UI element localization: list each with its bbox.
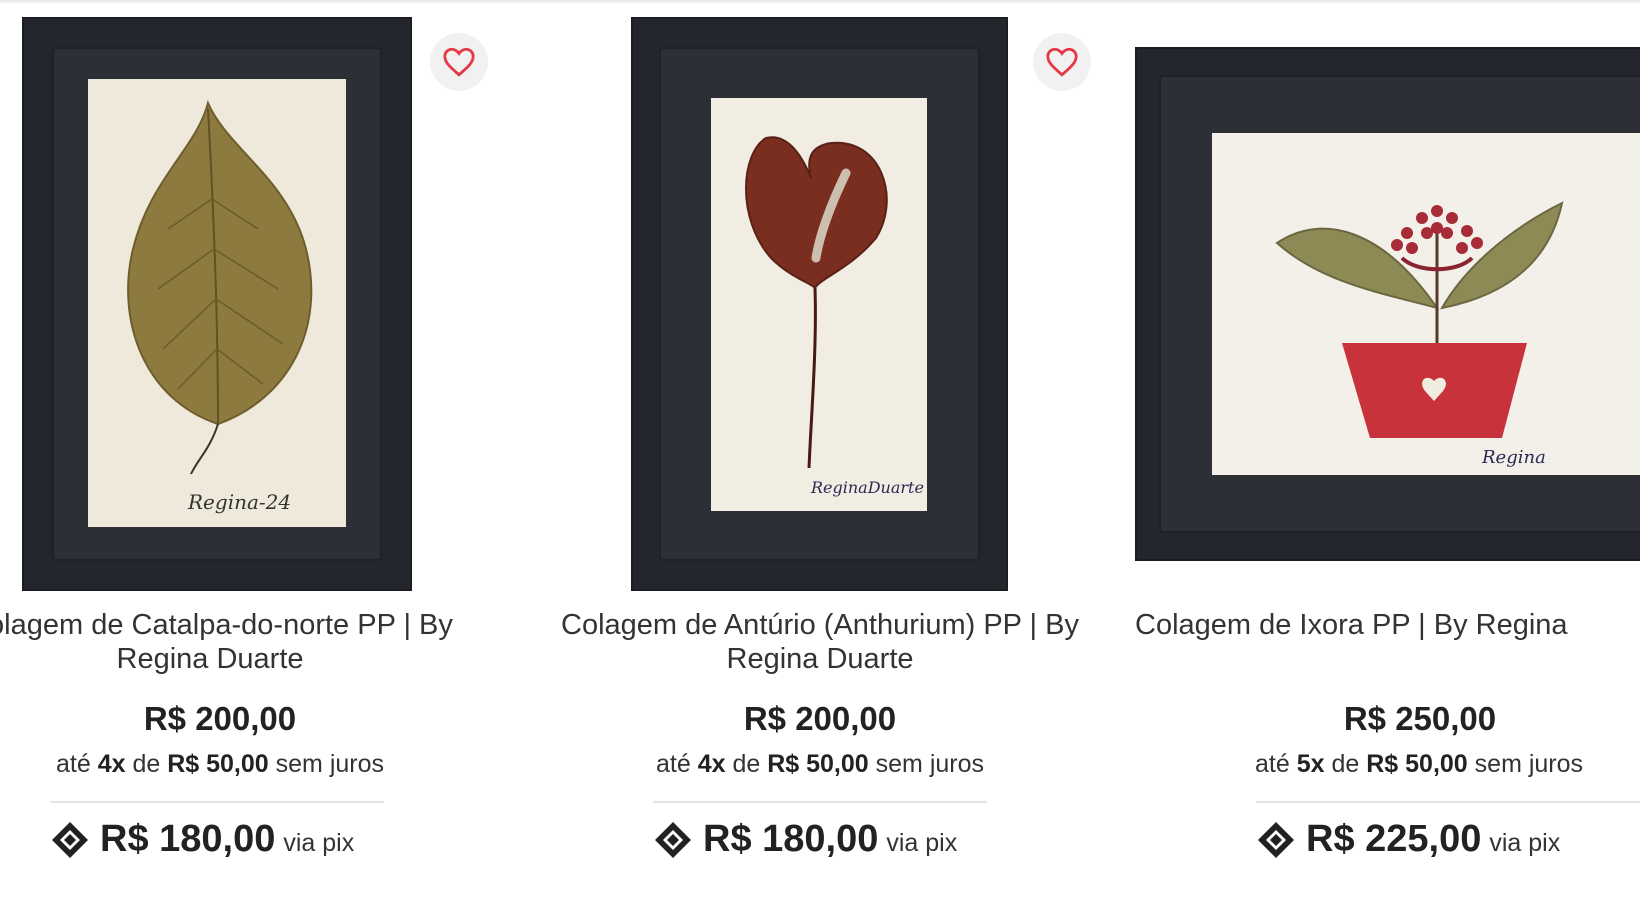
pix-price-value: R$ 180,00 bbox=[100, 818, 276, 860]
product-image[interactable]: Regina-24 bbox=[22, 17, 412, 591]
product-title[interactable]: Colagem de Antúrio (Anthurium) PP | By R… bbox=[550, 608, 1090, 676]
pix-label: via pix bbox=[886, 829, 958, 857]
price-divider bbox=[1256, 801, 1640, 803]
product-price: R$ 250,00 bbox=[1343, 700, 1497, 737]
product-card[interactable]: Regina Colagem de Ixora PP | By Regina R… bbox=[1130, 0, 1640, 924]
installments-text: até 5x de R$ 50,00 sem juros bbox=[1255, 750, 1584, 778]
product-card[interactable]: Regina-24 Colagem de Catalpa-do-norte PP… bbox=[0, 0, 550, 924]
signature: ReginaDuarte 24 bbox=[810, 478, 927, 497]
pix-label: via pix bbox=[283, 829, 355, 857]
anthurium-artwork: ReginaDuarte 24 bbox=[745, 136, 927, 497]
pix-price: R$ 180,00 via pix bbox=[653, 818, 957, 861]
installments-text: até 4x de R$ 50,00 sem juros bbox=[55, 750, 385, 778]
ixora-artwork: Regina bbox=[1275, 201, 1564, 468]
pix-label: via pix bbox=[1489, 829, 1561, 857]
artwork-paper: Regina-24 bbox=[88, 79, 346, 527]
product-price: R$ 200,00 bbox=[143, 700, 297, 737]
signature: Regina bbox=[1481, 447, 1546, 468]
product-price: R$ 200,00 bbox=[743, 700, 897, 737]
price-divider bbox=[50, 801, 384, 803]
artwork-paper: Regina bbox=[1212, 133, 1640, 475]
pix-icon bbox=[1258, 821, 1294, 858]
signature: Regina-24 bbox=[187, 490, 291, 514]
pix-price: R$ 180,00 via pix bbox=[50, 818, 354, 861]
heart-outline-icon bbox=[443, 47, 475, 77]
favorite-button[interactable] bbox=[430, 33, 488, 91]
product-title[interactable]: Colagem de Catalpa-do-norte PP | By Regi… bbox=[0, 608, 470, 676]
product-image[interactable]: Regina bbox=[1135, 47, 1640, 561]
product-image[interactable]: ReginaDuarte 24 bbox=[631, 17, 1008, 591]
heart-outline-icon bbox=[1046, 47, 1078, 77]
pix-icon bbox=[655, 821, 691, 858]
leaf-artwork: Regina-24 bbox=[127, 99, 313, 514]
product-card[interactable]: ReginaDuarte 24 Colagem de Antúrio (Anth… bbox=[560, 0, 1120, 924]
product-title[interactable]: Colagem de Ixora PP | By Regina bbox=[1135, 608, 1640, 642]
pix-price: R$ 225,00 via pix bbox=[1256, 818, 1560, 861]
pix-icon bbox=[52, 821, 88, 858]
pix-price-value: R$ 225,00 bbox=[1306, 818, 1482, 860]
favorite-button[interactable] bbox=[1033, 33, 1091, 91]
pix-price-value: R$ 180,00 bbox=[703, 818, 879, 860]
artwork-paper: ReginaDuarte 24 bbox=[711, 98, 927, 511]
installments-text: até 4x de R$ 50,00 sem juros bbox=[655, 750, 985, 778]
price-divider bbox=[653, 801, 987, 803]
